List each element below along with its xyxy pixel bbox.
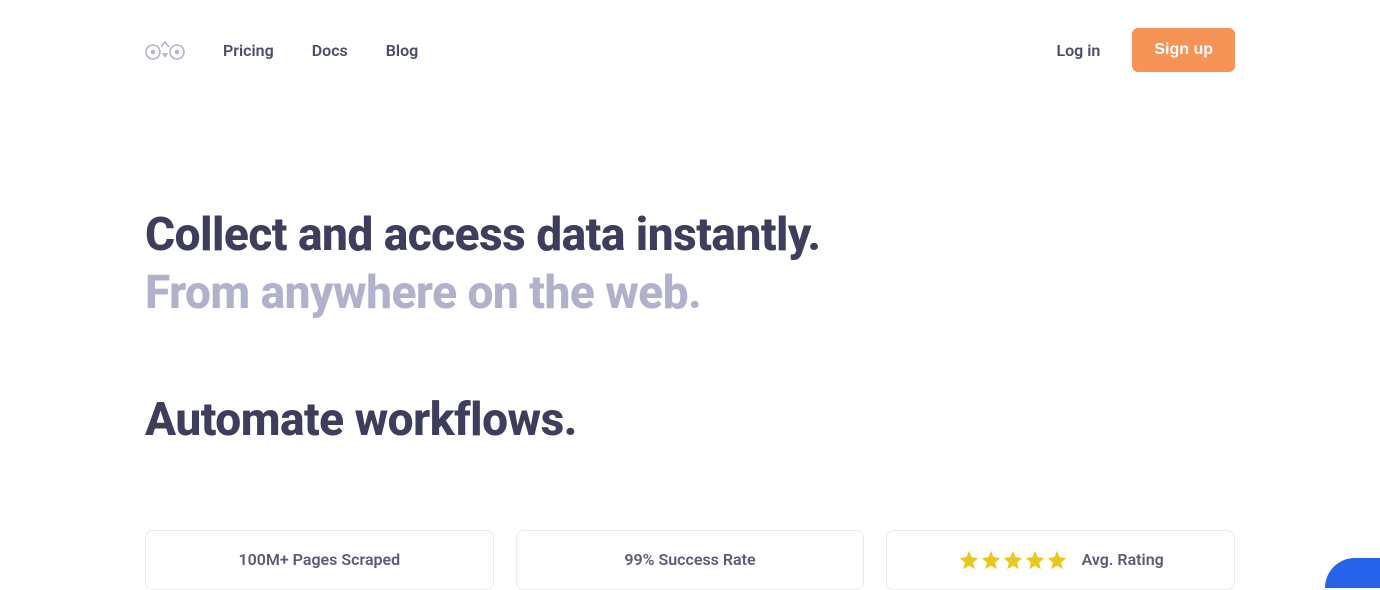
header-left: Pricing Docs Blog [145, 39, 418, 61]
star-icon [958, 549, 980, 571]
login-link[interactable]: Log in [1056, 41, 1100, 60]
stat-success-rate: 99% Success Rate [516, 530, 865, 590]
stat-text: 99% Success Rate [624, 550, 755, 569]
hero-heading-block-1: Collect and access data instantly. From … [145, 207, 1235, 322]
hero-line-3: Automate workflows. [145, 392, 1235, 450]
stat-avg-rating: Avg. Rating [886, 530, 1235, 590]
nav-docs[interactable]: Docs [312, 41, 348, 60]
stat-text: Avg. Rating [1082, 550, 1164, 569]
star-icon [1002, 549, 1024, 571]
nav-pricing[interactable]: Pricing [223, 41, 274, 60]
star-icon [1046, 549, 1068, 571]
hero-line-2: From anywhere on the web. [145, 265, 1235, 323]
header: Pricing Docs Blog Log in Sign up [0, 0, 1380, 72]
hero-section: Collect and access data instantly. From … [0, 72, 1380, 450]
hero-line-1: Collect and access data instantly. [145, 207, 1235, 265]
nav-blog[interactable]: Blog [386, 41, 418, 60]
header-right: Log in Sign up [1056, 28, 1235, 72]
stats-row: 100M+ Pages Scraped 99% Success Rate Avg… [0, 530, 1380, 590]
owl-logo-icon[interactable] [145, 39, 185, 61]
signup-button[interactable]: Sign up [1132, 28, 1235, 72]
star-icon [980, 549, 1002, 571]
main-nav: Pricing Docs Blog [223, 41, 418, 60]
hero-heading-block-2: Automate workflows. [145, 392, 1235, 450]
star-icon [1024, 549, 1046, 571]
stat-pages-scraped: 100M+ Pages Scraped [145, 530, 494, 590]
stat-text: 100M+ Pages Scraped [238, 550, 400, 569]
stars-container [958, 549, 1068, 571]
